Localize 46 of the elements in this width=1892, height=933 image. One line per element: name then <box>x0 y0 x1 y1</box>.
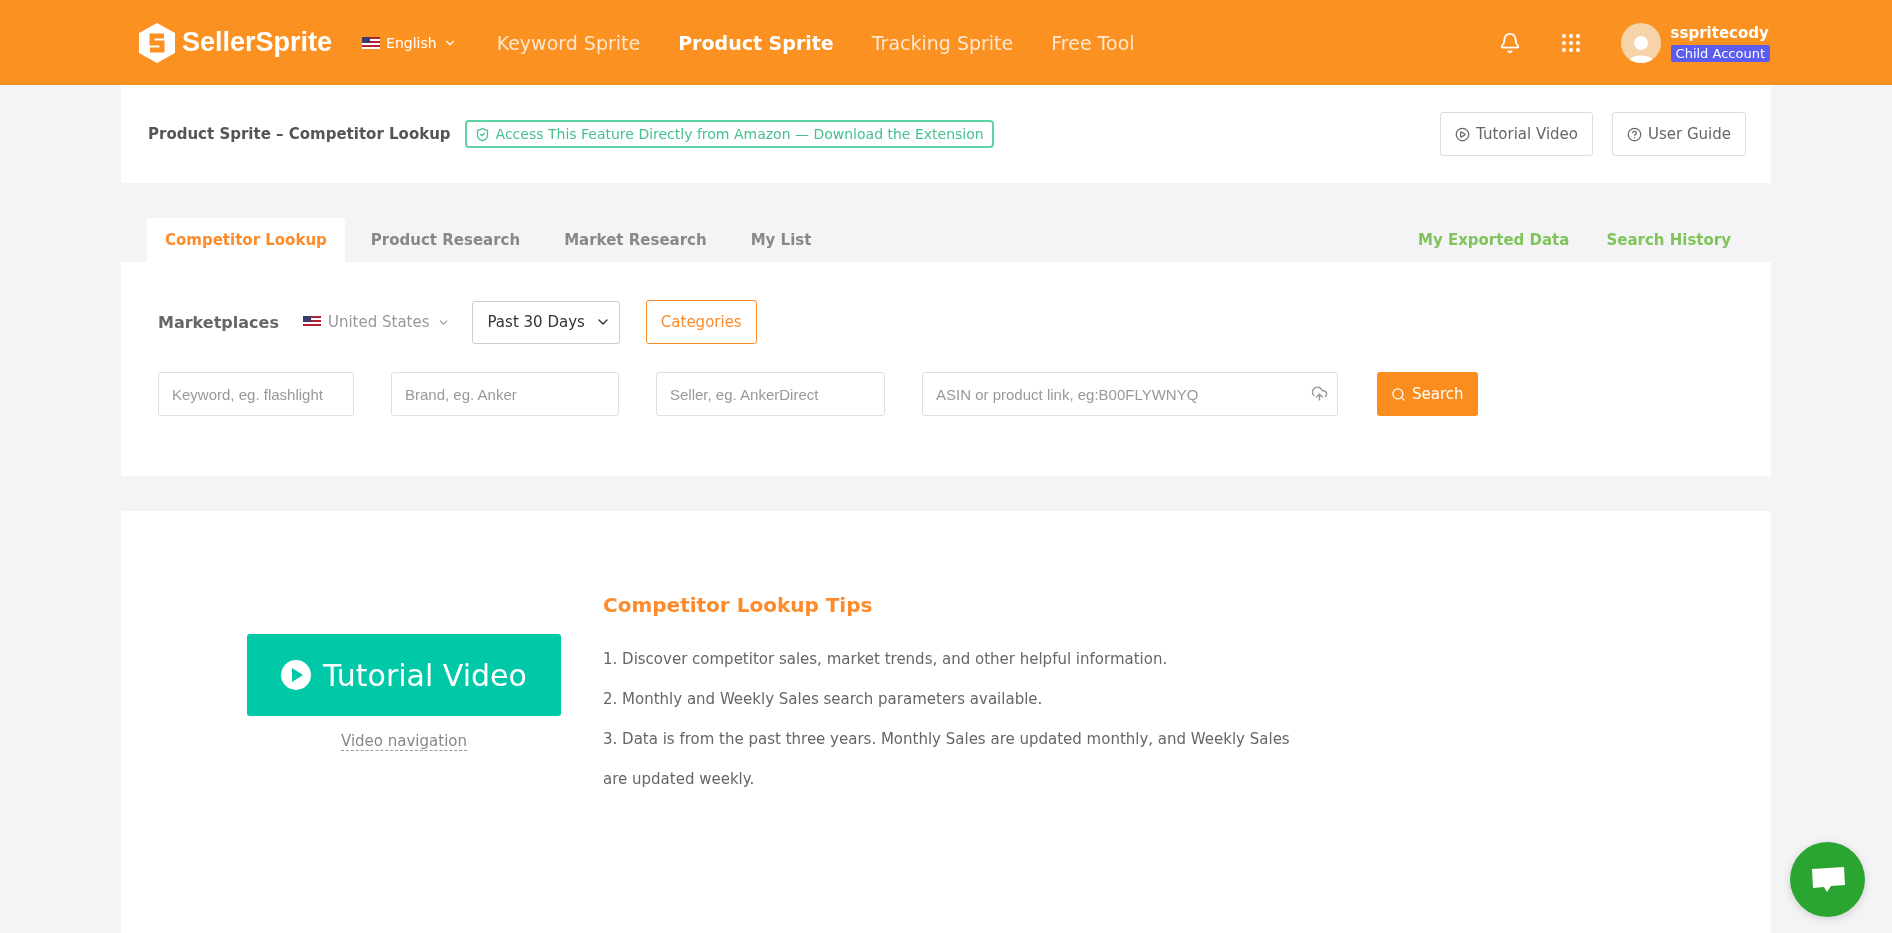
nav-link[interactable]: Free Tool <box>1051 31 1135 54</box>
user-guide-button[interactable]: User Guide <box>1612 112 1746 156</box>
period-select[interactable]: Past 30 Days <box>471 300 620 344</box>
bell-icon[interactable] <box>1498 31 1521 54</box>
extension-link[interactable]: Access This Feature Directly from Amazon — Download the Extension <box>464 120 994 148</box>
avatar[interactable] <box>1620 22 1661 63</box>
nav-link[interactable]: Keyword Sprite <box>496 31 641 54</box>
tab-link[interactable]: My Exported Data <box>1417 218 1570 262</box>
search-field[interactable]: Brand, eg. Anker <box>391 372 619 416</box>
nav-link[interactable]: Tracking Sprite <box>871 31 1014 54</box>
marketplace-selector[interactable]: United States <box>302 313 450 331</box>
us-flag-icon <box>302 316 321 328</box>
logo[interactable]: SellerSprite <box>138 21 333 64</box>
tip-text: 1. Discover competitor sales, market trends, and other helpful information. <box>603 649 1169 670</box>
marketplaces-label: Marketplaces <box>158 312 279 332</box>
tab-link[interactable]: Search History <box>1606 218 1731 262</box>
logo-icon <box>138 21 176 64</box>
tab[interactable]: Product Research <box>352 218 539 262</box>
help-icon <box>1627 126 1642 142</box>
video-navigation-link[interactable]: Video navigation <box>341 732 467 751</box>
play-circle-icon <box>281 660 312 690</box>
search-field[interactable]: Keyword, eg. flashlight <box>158 372 354 416</box>
search-button[interactable]: Search <box>1377 372 1478 416</box>
search-field[interactable]: Seller, eg. AnkerDirect <box>656 372 885 416</box>
tips-title: Competitor Lookup Tips <box>603 593 874 617</box>
play-circle-icon <box>1455 126 1471 142</box>
tip-text: 2. Monthly and Weekly Sales search parameters available. <box>603 689 1044 710</box>
nav-link[interactable]: Product Sprite <box>678 31 834 54</box>
username: sspritecody <box>1670 23 1770 42</box>
page-title: Product Sprite – Competitor Lookup <box>148 125 451 143</box>
tutorial-video-button[interactable]: Tutorial Video <box>247 634 561 716</box>
us-flag-icon <box>362 36 381 49</box>
categories-button[interactable]: Categories <box>645 300 757 344</box>
tab[interactable]: Competitor Lookup <box>147 218 345 262</box>
search-icon <box>1391 386 1406 402</box>
account-badge: Child Account <box>1670 44 1770 62</box>
upload-cloud-icon[interactable] <box>1311 385 1328 402</box>
language-selector[interactable]: English <box>362 34 457 51</box>
search-field[interactable]: ASIN or product link, eg:B00FLYWNYQ <box>922 372 1338 416</box>
tab[interactable]: My List <box>732 218 830 262</box>
tab[interactable]: Market Research <box>546 218 725 262</box>
tip-text: 3. Data is from the past three years. Monthly Sales are updated monthly, and Weekly Sales are updated weekly. <box>603 729 1291 790</box>
shield-check-icon <box>474 126 490 142</box>
tutorial-video-button[interactable]: Tutorial Video <box>1440 112 1593 156</box>
logo-text: SellerSprite <box>182 27 333 58</box>
chat-button[interactable] <box>1790 842 1865 917</box>
